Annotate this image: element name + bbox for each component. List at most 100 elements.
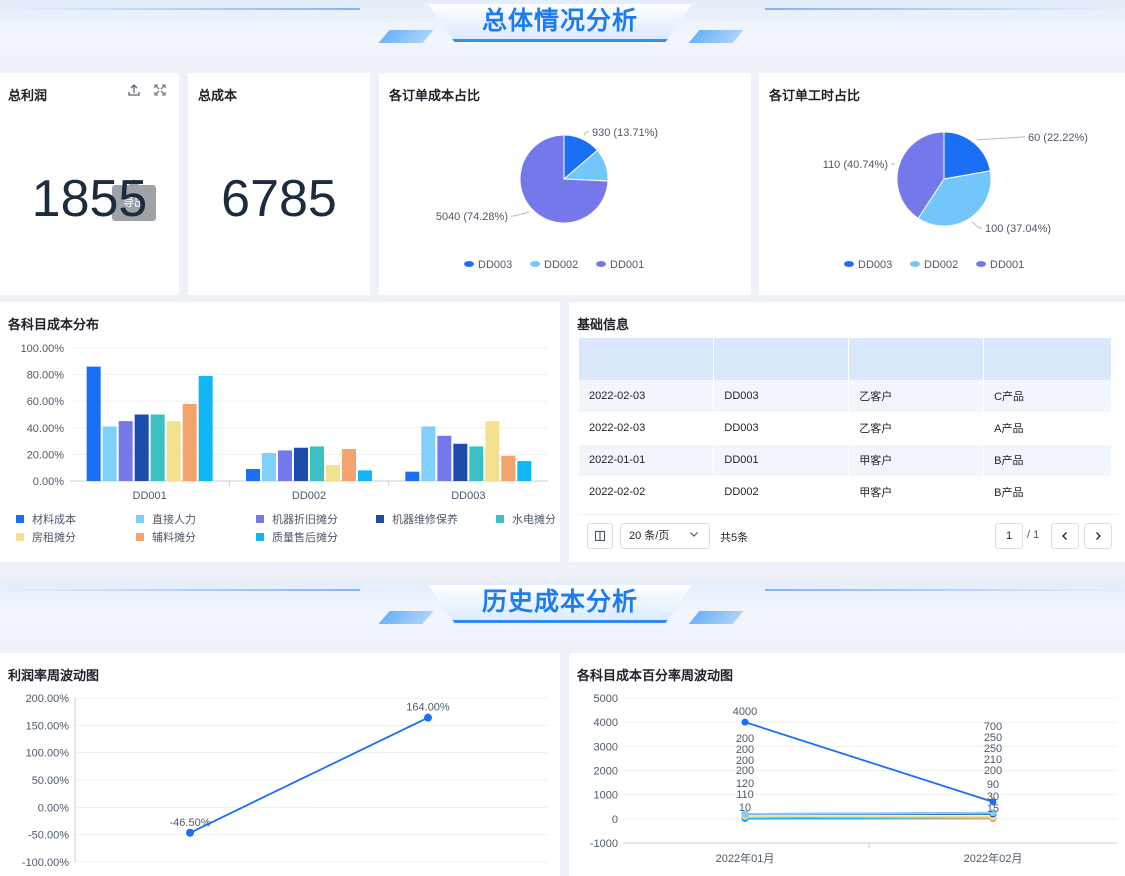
bar xyxy=(501,455,516,481)
y-tick-label: 3000 xyxy=(594,741,618,753)
bar xyxy=(294,447,308,481)
banner-line-left xyxy=(0,589,360,591)
point-label: 200 xyxy=(984,765,1002,777)
legend-marker xyxy=(464,261,474,267)
y-tick-label: 100.00% xyxy=(26,748,70,760)
section-title-overview: 总体情况分析 xyxy=(481,6,638,35)
pie-label-line xyxy=(976,136,1025,141)
table-cell: B产品 xyxy=(983,444,1112,477)
bar xyxy=(86,366,101,481)
cost-value: 6785 xyxy=(221,170,337,228)
bar xyxy=(405,471,420,481)
line-point xyxy=(741,718,749,726)
legend-item[interactable]: 房租摊分 xyxy=(16,529,124,545)
table-cell: B产品 xyxy=(983,476,1112,509)
bar xyxy=(517,461,532,481)
pie-label-line xyxy=(583,131,589,136)
table-row: 2022-02-02 DD002 甲客户 B产品 xyxy=(579,476,1112,509)
bar xyxy=(342,449,356,481)
legend-item[interactable]: 材料成本 xyxy=(16,511,124,527)
page-number-input[interactable]: 1 xyxy=(995,523,1023,549)
bar xyxy=(485,421,500,481)
chevron-down-icon xyxy=(689,524,699,548)
bar xyxy=(102,426,117,481)
legend-item[interactable]: 机器维修保养 xyxy=(376,511,484,527)
y-tick-label: 150.00% xyxy=(26,720,70,732)
table-cell: 乙客户 xyxy=(848,412,985,445)
subject-rate-line-chart: 5000 4000 3000 2000 1000 0 -1000 2022年01月 2022年0… xyxy=(590,693,1117,865)
bar xyxy=(262,453,276,481)
table-cell: 甲客户 xyxy=(848,476,985,509)
order-cost-pie-chart: 930 (13.71%) 5040 (74.28%) DD003 DD002 DD001 xyxy=(436,127,658,271)
legend-label: 水电摊分 xyxy=(512,514,556,526)
table-cell: 甲客户 xyxy=(848,444,985,477)
point-label: 164.00% xyxy=(406,702,450,714)
table-cell: 2022-01-01 xyxy=(579,444,715,477)
pie-label: 930 (13.71%) xyxy=(592,127,658,139)
subject-cost-bar-chart: 100.00% 80.00% 60.00% 40.00% 20.00% 0.00% DD00… xyxy=(21,343,548,502)
prev-page-button[interactable] xyxy=(1051,523,1079,549)
bar xyxy=(437,435,452,481)
y-tick-label: 0.00% xyxy=(38,802,69,814)
legend-label: DD001 xyxy=(990,259,1024,271)
legend-label: DD002 xyxy=(924,259,958,271)
x-tick-label: DD002 xyxy=(292,490,326,502)
x-tick-label: DD003 xyxy=(451,490,485,502)
pie-label: 110 (40.74%) xyxy=(823,159,888,171)
legend-label: DD001 xyxy=(610,259,644,271)
point-label: 30 xyxy=(987,791,999,803)
legend-label: 质量售后摊分 xyxy=(272,532,338,544)
bar xyxy=(421,426,436,481)
y-tick-label: 80.00% xyxy=(27,370,65,382)
legend-item[interactable]: 质量售后摊分 xyxy=(256,529,364,545)
chevron-right-icon xyxy=(1096,532,1101,540)
table-header-row xyxy=(579,338,1112,380)
table-cell: 2022-02-02 xyxy=(579,476,715,509)
banner-line-right xyxy=(765,589,1125,591)
page-size-select[interactable]: 20 条/页 xyxy=(620,523,710,549)
table-cell: DD002 xyxy=(713,476,850,509)
legend-item[interactable]: 机器折旧摊分 xyxy=(256,511,364,527)
legend-swatch xyxy=(136,515,144,523)
bar xyxy=(150,414,165,481)
line-series xyxy=(189,716,429,834)
basic-info-title: 基础信息 xyxy=(577,317,630,332)
upload-icon[interactable] xyxy=(126,83,142,99)
order-cost-pie-card: 各订单成本占比 930 (13.71%) 5040 (74.28%) DD003 DD… xyxy=(379,73,751,295)
y-tick-label: -100.00% xyxy=(22,857,69,869)
legend-label: 机器维修保养 xyxy=(392,514,458,526)
bar xyxy=(278,450,292,481)
table-header-cell[interactable] xyxy=(579,338,715,380)
subject-cost-card: 各科目成本分布 100.00% 80.00% 60.00% 40.00% 20.00% 0… xyxy=(0,302,560,562)
cost-card: 总成本 6785 xyxy=(188,73,370,295)
legend-label: DD003 xyxy=(478,259,512,271)
table-cell: DD003 xyxy=(713,412,850,445)
y-tick-label: -1000 xyxy=(590,838,618,850)
expand-icon[interactable] xyxy=(152,83,168,99)
bar xyxy=(310,446,324,481)
table-cell: 乙客户 xyxy=(848,380,985,413)
bar xyxy=(246,469,260,481)
table-header-cell[interactable] xyxy=(983,338,1112,380)
legend-label: 直接人力 xyxy=(152,514,196,526)
table-header-cell[interactable] xyxy=(848,338,985,380)
y-tick-label: 100.00% xyxy=(21,343,65,355)
legend-item[interactable]: 辅料摊分 xyxy=(136,529,244,545)
legend-swatch xyxy=(16,533,24,541)
column-settings-button[interactable] xyxy=(587,523,613,549)
pie-label-line xyxy=(511,211,530,217)
legend-item[interactable]: 直接人力 xyxy=(136,511,244,527)
bar xyxy=(134,414,149,481)
y-tick-label: 40.00% xyxy=(27,423,65,435)
bar xyxy=(118,421,133,481)
y-tick-label: 4000 xyxy=(594,717,618,729)
line-series xyxy=(744,815,994,818)
y-tick-label: 1000 xyxy=(594,790,618,802)
line-series xyxy=(744,811,994,815)
page-total: / 1 xyxy=(1027,529,1040,541)
bar xyxy=(469,446,484,481)
next-page-button[interactable] xyxy=(1084,523,1112,549)
chevron-left-icon xyxy=(1062,532,1067,540)
profit-value: 1855 xyxy=(31,170,148,228)
table-header-cell[interactable] xyxy=(713,338,850,380)
